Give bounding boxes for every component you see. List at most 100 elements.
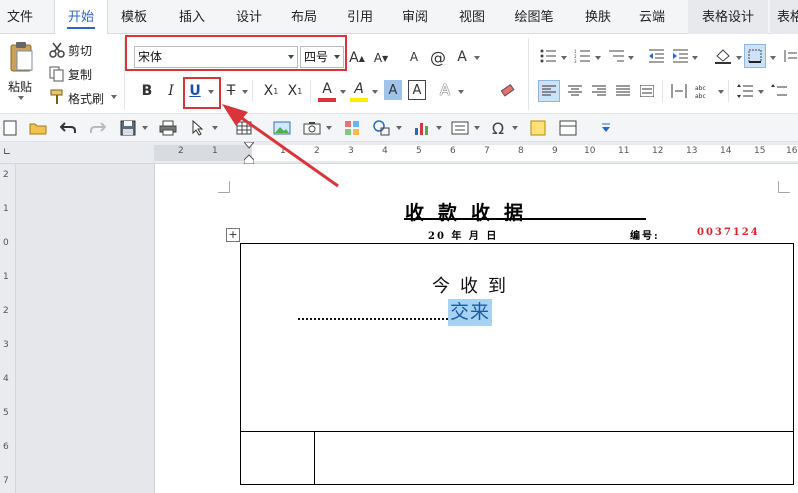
indent-marker-icon[interactable] [242,141,256,165]
tab-design[interactable]: 设计 [227,0,271,34]
bold-button[interactable]: B [138,80,156,102]
paragraph-spacing-icon[interactable] [768,80,790,102]
scissors-icon[interactable] [48,41,66,59]
number-icon[interactable] [558,118,578,138]
multilevel-list-icon[interactable] [606,46,626,66]
strikethrough-dropdown-icon[interactable] [242,90,248,94]
receipt-table[interactable] [240,243,794,485]
open-folder-icon[interactable] [28,118,48,138]
tab-review[interactable]: 审阅 [393,0,437,34]
line-spacing-dropdown-icon[interactable] [758,90,764,94]
screenshot-dropdown-icon[interactable] [326,126,332,130]
smartart-icon[interactable] [342,118,362,138]
borders-icon[interactable] [744,44,766,68]
superscript-button[interactable]: X1 [284,80,306,102]
text-effect-button[interactable]: A [436,80,454,100]
format-painter-dropdown-icon[interactable] [111,95,117,99]
shapes-icon[interactable] [372,118,392,138]
char-shading-button[interactable]: A [384,80,402,100]
enclose-char-button[interactable]: @ [428,46,448,68]
indent-dropdown-icon[interactable] [692,56,698,60]
text-direction-dropdown-icon[interactable] [718,90,724,94]
tab-table-design[interactable]: 表格设计 [688,0,768,34]
align-right-icon[interactable] [588,80,610,102]
subscript-button[interactable]: X1 [260,80,282,102]
shrink-font-button[interactable]: A ▼ [372,48,390,68]
redo-icon[interactable] [88,118,108,138]
borders-dropdown-icon[interactable] [770,56,776,60]
char-spacing-icon[interactable] [668,80,690,102]
numbering-dropdown-icon[interactable] [595,56,601,60]
numbering-icon[interactable]: 123 [572,46,592,66]
align-center-icon[interactable] [564,80,586,102]
vertical-ruler[interactable]: 2 1 0 1 2 3 4 5 6 7 [0,164,16,493]
justify-icon[interactable] [612,80,634,102]
line-spacing-icon[interactable] [734,80,756,102]
print-icon[interactable] [158,118,178,138]
char-scale-dropdown-icon[interactable] [474,56,480,60]
tab-view[interactable]: 视图 [450,0,494,34]
undo-icon[interactable] [58,118,78,138]
highlight-button[interactable]: A [350,78,368,100]
customize-icon[interactable] [596,118,616,138]
save-dropdown-icon[interactable] [142,126,148,130]
increase-indent-icon[interactable] [670,46,690,66]
new-doc-icon[interactable] [0,118,20,138]
table-move-handle-icon[interactable]: + [226,228,240,242]
grow-font-button[interactable]: A ▲ [348,48,366,68]
tab-skin[interactable]: 换肤 [576,0,620,34]
symbol-dropdown-icon[interactable] [512,126,518,130]
copy-button[interactable]: 复制 [68,66,92,83]
textbox-icon[interactable] [450,118,470,138]
tab-references[interactable]: 引用 [338,0,382,34]
text-direction-icon[interactable]: abc abc [692,80,714,102]
shading-dropdown-icon[interactable] [736,56,742,60]
paste-dropdown-icon[interactable] [18,96,24,100]
payer-selected-text[interactable]: 交来 [448,299,493,326]
cut-button[interactable]: 剪切 [68,42,92,59]
textbox-dropdown-icon[interactable] [474,126,480,130]
char-border-button[interactable]: A [408,80,426,100]
pointer-icon[interactable] [188,118,208,138]
align-left-icon[interactable] [538,80,560,102]
picture-icon[interactable] [272,118,292,138]
tab-layout[interactable]: 布局 [282,0,326,34]
screenshot-icon[interactable] [302,118,322,138]
tab-table-layout[interactable]: 表格 [770,0,798,34]
font-color-dropdown-icon[interactable] [340,90,346,94]
paste-button[interactable] [4,38,38,76]
char-scale-button[interactable]: A [452,46,472,68]
bullets-dropdown-icon[interactable] [561,56,567,60]
tab-drawing-pen[interactable]: 绘图笔 [506,0,562,34]
column-icon[interactable] [782,46,798,66]
phonetic-guide-button[interactable]: A [404,46,424,68]
copy-icon[interactable] [48,65,66,83]
text-effect-dropdown-icon[interactable] [458,90,464,94]
table-icon[interactable] [234,118,254,138]
tab-home[interactable]: 开始 [54,0,108,35]
chart-dropdown-icon[interactable] [436,126,442,130]
symbol-icon[interactable]: Ω [488,118,508,138]
multilevel-dropdown-icon[interactable] [628,56,634,60]
strikethrough-button[interactable]: T [222,80,240,102]
chart-icon[interactable] [412,118,432,138]
format-painter-icon[interactable] [48,88,66,106]
font-color-button[interactable]: A [318,78,336,100]
clear-format-button[interactable] [498,80,518,100]
pointer-dropdown-icon[interactable] [212,126,218,130]
distributed-icon[interactable] [636,80,658,102]
highlight-dropdown-icon[interactable] [372,90,378,94]
tab-file[interactable]: 文件 [0,0,40,34]
decrease-indent-icon[interactable] [646,46,666,66]
tab-template[interactable]: 模板 [112,0,156,34]
note-icon[interactable] [528,118,548,138]
shading-fill-icon[interactable] [712,46,734,66]
ruler-corner-icon[interactable]: ∟ [0,145,14,161]
bullets-icon[interactable] [538,46,558,66]
format-painter-button[interactable]: 格式刷 [68,90,104,107]
tab-insert[interactable]: 插入 [170,0,214,34]
tab-cloud[interactable]: 云端 [630,0,674,34]
horizontal-ruler[interactable]: ∟ 2 1 1 2 3 4 5 6 7 8 9 10 11 12 13 14 1… [0,141,798,165]
shapes-dropdown-icon[interactable] [396,126,402,130]
italic-button[interactable]: I [162,80,180,102]
